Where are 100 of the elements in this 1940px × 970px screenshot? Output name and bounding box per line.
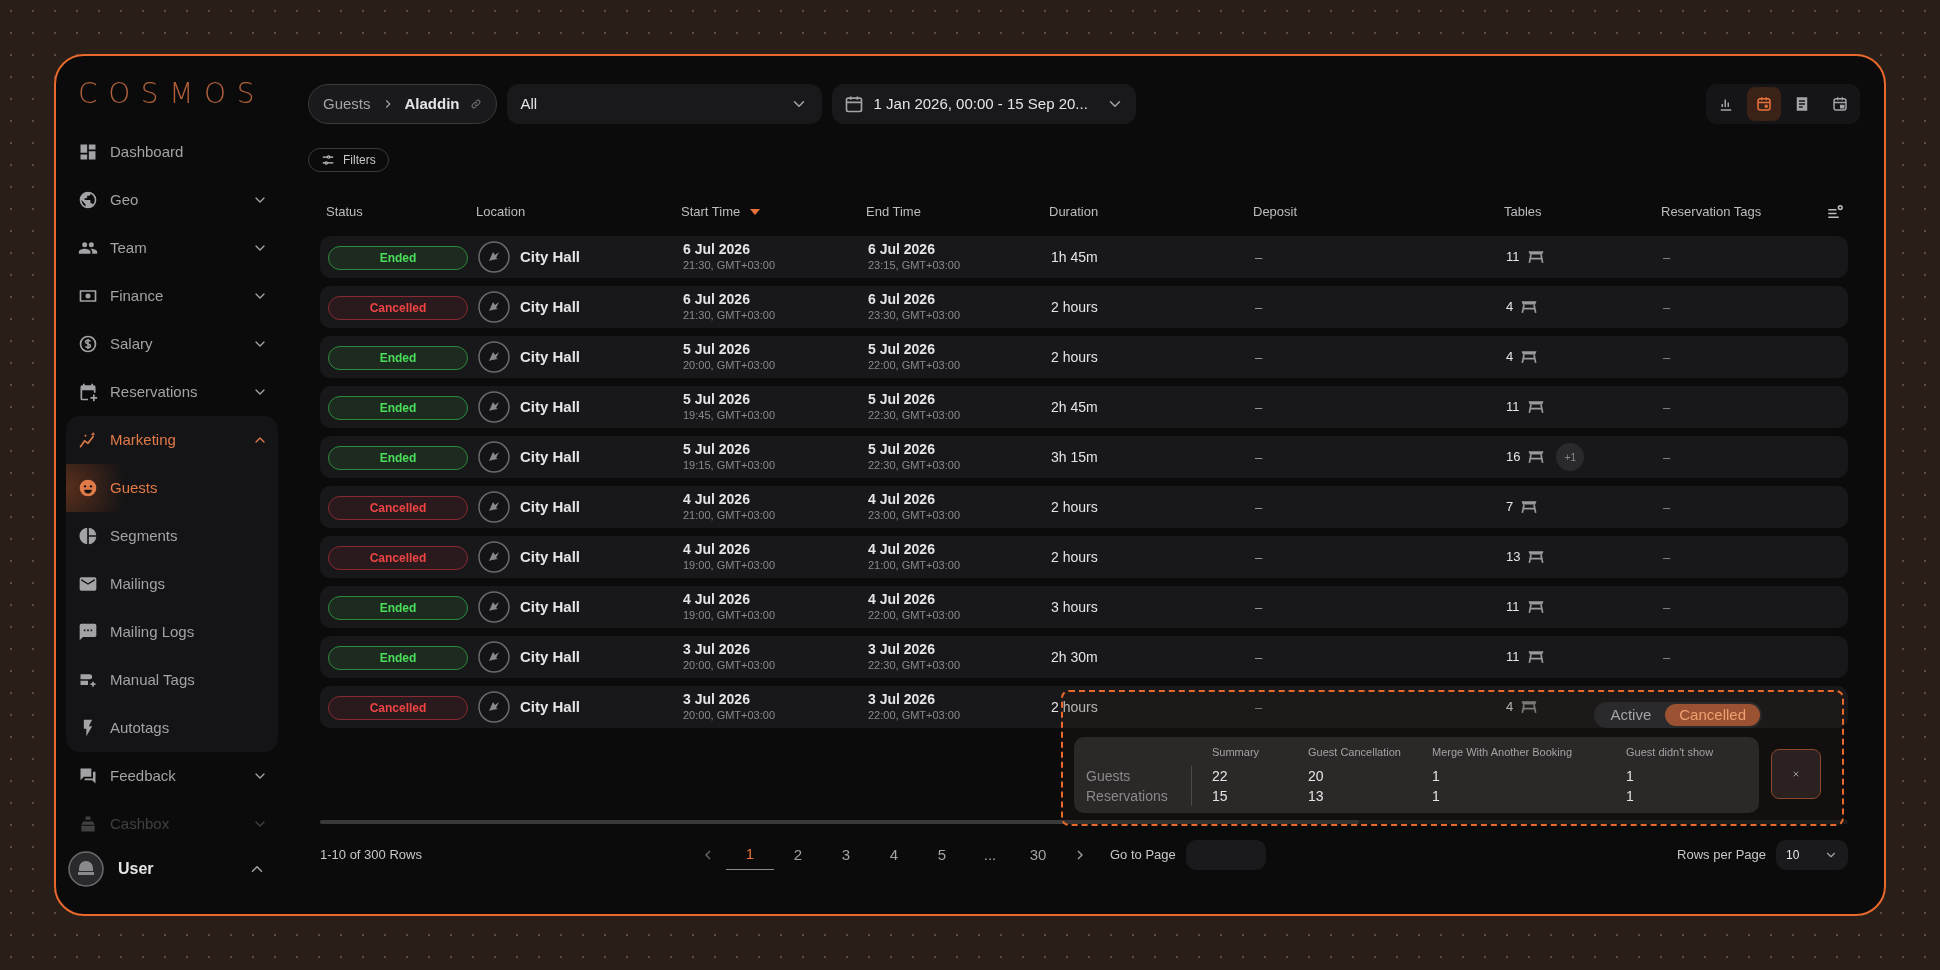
- calendar-plus-icon: [78, 382, 98, 402]
- column-header[interactable]: End Time: [866, 202, 921, 222]
- summary-value: 20: [1308, 767, 1325, 786]
- summary-value: 15: [1212, 787, 1229, 806]
- column-header[interactable]: Tables: [1504, 202, 1542, 222]
- rows-per-page-select[interactable]: 10: [1776, 840, 1848, 870]
- page-button[interactable]: 1: [726, 840, 774, 870]
- sidebar-item[interactable]: Reservations: [66, 368, 278, 416]
- column-header[interactable]: Reservation Tags: [1661, 202, 1762, 222]
- page-button[interactable]: 3: [822, 840, 870, 870]
- table-row[interactable]: Cancelled City Hall 6 Jul 2026 21:30, GMT+03:00 6 Jul 2026 23:30, GMT+03:00 2 hours – 4 –: [320, 286, 1848, 328]
- time-text: 21:30, GMT+03:00: [683, 308, 777, 323]
- time-text: 21:00, GMT+03:00: [868, 558, 962, 573]
- duration-text: 2h 30m: [1051, 649, 1098, 665]
- summary-value: 1: [1432, 787, 1441, 806]
- table-count: 16: [1506, 448, 1521, 467]
- sidebar-item[interactable]: Autotags: [66, 704, 278, 752]
- page-button[interactable]: 5: [918, 840, 966, 870]
- venue-logo-icon: [478, 391, 510, 423]
- sidebar-item[interactable]: Manual Tags: [66, 656, 278, 704]
- breadcrumb-link[interactable]: Guests: [323, 92, 371, 116]
- date-range-picker[interactable]: 1 Jan 2026, 00:00 - 15 Sep 20...: [831, 84, 1136, 124]
- globe-icon: [78, 190, 98, 210]
- deposit-text: –: [1255, 700, 1263, 715]
- sort-arrow-icon[interactable]: [750, 209, 761, 215]
- duration-text: 2 hours: [1051, 299, 1098, 315]
- venue-logo-icon: [478, 591, 510, 623]
- status-badge: Ended: [328, 245, 468, 270]
- date-text: 4 Jul 2026: [868, 591, 936, 609]
- table-row[interactable]: Ended City Hall 5 Jul 2026 19:15, GMT+03:00 5 Jul 2026 22:30, GMT+03:00 3h 15m – 16 +1 –: [320, 436, 1848, 478]
- page-button[interactable]: 30: [1014, 840, 1062, 870]
- time-text: 22:30, GMT+03:00: [868, 458, 962, 473]
- tags-text: –: [1663, 600, 1671, 615]
- sidebar-item[interactable]: Salary: [66, 320, 278, 368]
- tags-text: –: [1663, 400, 1671, 415]
- page-button[interactable]: 2: [774, 840, 822, 870]
- column-header[interactable]: Start Time: [681, 202, 741, 222]
- chat-dots-icon: [78, 622, 98, 642]
- sidebar-item[interactable]: Mailings: [66, 560, 278, 608]
- time-text: 23:15, GMT+03:00: [868, 258, 962, 273]
- duration-text: 3 hours: [1051, 599, 1098, 615]
- date-text: 6 Jul 2026: [868, 291, 936, 309]
- horizontal-scrollbar[interactable]: [320, 820, 1848, 824]
- summary-value: 13: [1308, 787, 1325, 806]
- time-text: 22:30, GMT+03:00: [868, 658, 962, 673]
- column-header[interactable]: Status: [326, 202, 363, 222]
- page-button[interactable]: 4: [870, 840, 918, 870]
- duration-text: 2 hours: [1051, 699, 1098, 715]
- table-count: 4: [1506, 298, 1514, 317]
- location-name: City Hall: [520, 696, 580, 717]
- status-dropdown[interactable]: All: [506, 84, 822, 124]
- toggle-option[interactable]: Active: [1596, 704, 1666, 726]
- sidebar-item[interactable]: Geo: [66, 176, 278, 224]
- table-row[interactable]: Cancelled City Hall 4 Jul 2026 19:00, GMT+03:00 4 Jul 2026 21:00, GMT+03:00 2 hours – 13 –: [320, 536, 1848, 578]
- table-row[interactable]: Ended City Hall 5 Jul 2026 20:00, GMT+03:00 5 Jul 2026 22:00, GMT+03:00 2 hours – 4 –: [320, 336, 1848, 378]
- time-text: 22:00, GMT+03:00: [868, 358, 962, 373]
- time-text: 22:00, GMT+03:00: [868, 708, 962, 723]
- location-name: City Hall: [520, 446, 580, 467]
- column-header[interactable]: Deposit: [1253, 202, 1298, 222]
- table-row[interactable]: Ended City Hall 4 Jul 2026 19:00, GMT+03:00 4 Jul 2026 22:00, GMT+03:00 3 hours – 11 –: [320, 586, 1848, 628]
- date-text: 5 Jul 2026: [868, 441, 936, 459]
- sidebar-item[interactable]: Mailing Logs: [66, 608, 278, 656]
- table-row[interactable]: Cancelled City Hall 4 Jul 2026 21:00, GMT+03:00 4 Jul 2026 23:00, GMT+03:00 2 hours – 7 –: [320, 486, 1848, 528]
- smiley-icon: [78, 478, 98, 498]
- table-count: 11: [1506, 398, 1520, 417]
- time-text: 20:00, GMT+03:00: [683, 708, 777, 723]
- date-text: 3 Jul 2026: [868, 691, 936, 709]
- column-header[interactable]: Location: [476, 202, 526, 222]
- more-tables-badge[interactable]: +1: [1556, 443, 1585, 471]
- table-row[interactable]: Ended City Hall 6 Jul 2026 21:30, GMT+03:00 6 Jul 2026 23:15, GMT+03:00 1h 45m – 11 –: [320, 236, 1848, 278]
- sidebar-item[interactable]: Dashboard: [66, 128, 278, 176]
- sidebar-item[interactable]: Segments: [66, 512, 278, 560]
- table-row[interactable]: Ended City Hall 3 Jul 2026 20:00, GMT+03:00 3 Jul 2026 22:30, GMT+03:00 2h 30m – 11 –: [320, 636, 1848, 678]
- summary-row-label: Guests: [1086, 766, 1192, 786]
- avatar-icon: [68, 851, 104, 887]
- table-row[interactable]: Ended City Hall 5 Jul 2026 19:45, GMT+03:00 5 Jul 2026 22:30, GMT+03:00 2h 45m – 11 –: [320, 386, 1848, 428]
- sidebar-item[interactable]: Feedback: [66, 752, 278, 800]
- sidebar-item[interactable]: Team: [66, 224, 278, 272]
- venue-logo-icon: [478, 491, 510, 523]
- sidebar-item[interactable]: Marketing: [66, 416, 278, 464]
- deposit-text: –: [1255, 650, 1263, 665]
- page-button[interactable]: ...: [966, 840, 1014, 870]
- venue-logo-icon: [478, 291, 510, 323]
- status-badge: Ended: [328, 345, 468, 370]
- view-toggle-button[interactable]: [1747, 87, 1781, 121]
- time-text: 20:00, GMT+03:00: [683, 358, 777, 373]
- column-settings-icon[interactable]: [1826, 203, 1844, 221]
- tags-text: –: [1663, 550, 1671, 565]
- link-icon[interactable]: [469, 98, 482, 110]
- calendar-grid-icon: [1831, 95, 1849, 113]
- date-text: 5 Jul 2026: [683, 341, 751, 359]
- location-name: City Hall: [520, 596, 580, 617]
- user-menu[interactable]: User: [66, 848, 278, 890]
- time-text: 22:00, GMT+03:00: [868, 608, 962, 623]
- tags-text: –: [1663, 500, 1671, 515]
- sidebar-item[interactable]: Finance: [66, 272, 278, 320]
- summary-value: 1: [1432, 767, 1441, 786]
- column-header[interactable]: Duration: [1049, 202, 1099, 222]
- deposit-text: –: [1255, 300, 1263, 315]
- date-text: 6 Jul 2026: [683, 241, 751, 259]
